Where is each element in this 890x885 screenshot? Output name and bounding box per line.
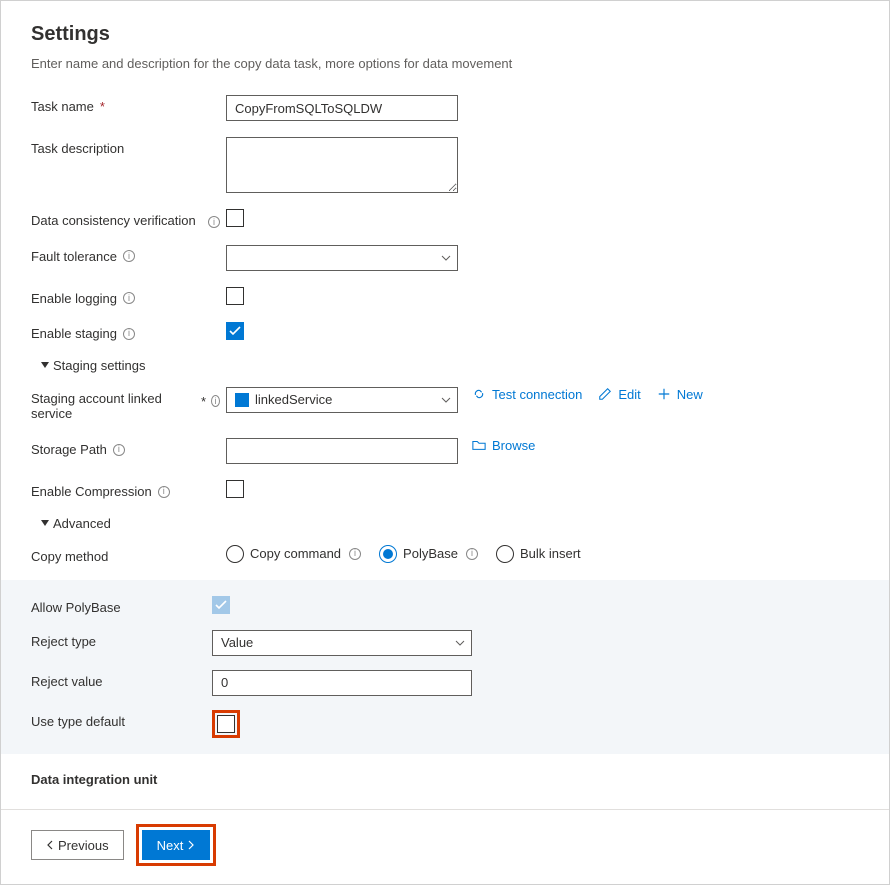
info-icon[interactable]: i xyxy=(466,548,478,560)
enable-staging-label: Enable staging i xyxy=(31,322,201,342)
chevron-right-icon xyxy=(187,840,195,850)
copy-method-label: Copy method xyxy=(31,545,201,565)
staging-account-label: Staging account linked service xyxy=(31,387,201,422)
info-icon[interactable]: i xyxy=(211,395,220,407)
advanced-header[interactable]: Advanced xyxy=(41,516,859,531)
polybase-radio[interactable]: PolyBase i xyxy=(379,545,478,563)
highlight-next-button: Next xyxy=(136,824,217,866)
info-icon[interactable]: i xyxy=(208,216,220,228)
copy-command-radio[interactable]: Copy command i xyxy=(226,545,361,563)
data-consistency-label: Data consistency verification xyxy=(31,209,201,229)
service-icon xyxy=(235,393,249,407)
chevron-down-icon xyxy=(441,255,451,261)
data-consistency-checkbox[interactable] xyxy=(226,209,244,227)
reject-type-label: Reject type xyxy=(31,630,206,650)
info-icon[interactable]: i xyxy=(123,328,135,340)
storage-path-input[interactable] xyxy=(226,438,458,464)
staging-account-select[interactable]: linkedService xyxy=(226,387,458,413)
plus-icon xyxy=(657,387,671,401)
fault-tolerance-select[interactable] xyxy=(226,245,458,271)
edit-link[interactable]: Edit xyxy=(598,387,640,402)
enable-logging-checkbox[interactable] xyxy=(226,287,244,305)
chevron-down-icon xyxy=(455,640,465,646)
info-icon[interactable]: i xyxy=(123,250,135,262)
collapse-icon xyxy=(41,362,49,368)
enable-staging-checkbox[interactable] xyxy=(226,322,244,340)
task-description-label: Task description xyxy=(31,137,201,157)
info-icon[interactable]: i xyxy=(123,292,135,304)
chevron-down-icon xyxy=(441,397,451,403)
staging-settings-header[interactable]: Staging settings xyxy=(41,358,859,373)
info-icon[interactable]: i xyxy=(349,548,361,560)
task-description-input[interactable] xyxy=(226,137,458,193)
storage-path-label: Storage Path i xyxy=(31,438,201,458)
chevron-left-icon xyxy=(46,840,54,850)
new-link[interactable]: New xyxy=(657,387,703,402)
polybase-panel: Allow PolyBase Reject type Value xyxy=(1,580,889,754)
enable-compression-label: Enable Compression i xyxy=(31,480,201,500)
check-icon xyxy=(229,326,241,336)
enable-logging-label: Enable logging i xyxy=(31,287,201,307)
collapse-icon xyxy=(41,520,49,526)
info-icon[interactable]: i xyxy=(158,486,170,498)
use-type-default-label: Use type default xyxy=(31,710,206,730)
data-integration-unit-label: Data integration unit xyxy=(31,768,201,788)
reject-value-input[interactable] xyxy=(212,670,472,696)
page-subtitle: Enter name and description for the copy … xyxy=(31,56,859,71)
allow-polybase-checkbox xyxy=(212,596,230,614)
fault-tolerance-label: Fault tolerance i xyxy=(31,245,201,265)
check-icon xyxy=(215,600,227,610)
reject-type-select[interactable]: Value xyxy=(212,630,472,656)
task-name-label: Task name* xyxy=(31,95,201,115)
test-connection-icon xyxy=(472,387,486,401)
enable-compression-checkbox[interactable] xyxy=(226,480,244,498)
use-type-default-checkbox[interactable] xyxy=(217,715,235,733)
bulk-insert-radio[interactable]: Bulk insert xyxy=(496,545,581,563)
info-icon[interactable]: i xyxy=(113,444,125,456)
task-name-input[interactable] xyxy=(226,95,458,121)
edit-icon xyxy=(598,387,612,401)
highlight-use-type-default xyxy=(212,710,240,738)
browse-link[interactable]: Browse xyxy=(472,438,535,453)
folder-icon xyxy=(472,438,486,452)
reject-value-label: Reject value xyxy=(31,670,206,690)
allow-polybase-label: Allow PolyBase xyxy=(31,596,206,616)
page-title: Settings xyxy=(31,23,859,46)
next-button[interactable]: Next xyxy=(142,830,211,860)
test-connection-link[interactable]: Test connection xyxy=(472,387,582,402)
previous-button[interactable]: Previous xyxy=(31,830,124,860)
